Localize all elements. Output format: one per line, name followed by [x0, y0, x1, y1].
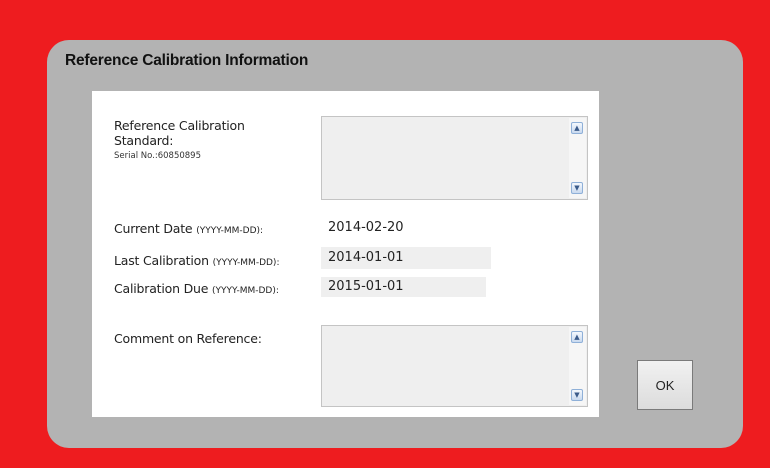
chevron-down-icon[interactable]: ▼ — [571, 182, 583, 194]
chevron-up-icon[interactable]: ▲ — [571, 331, 583, 343]
current-date-value: 2014-02-20 — [328, 220, 404, 235]
ok-button[interactable]: OK — [637, 360, 693, 410]
last-calibration-label-text: Last Calibration — [114, 253, 209, 268]
form-panel: Reference Calibration Standard: Serial N… — [92, 91, 599, 417]
current-date-format: (YYYY-MM-DD): — [196, 226, 264, 236]
comment-textarea[interactable]: ▲ ▼ — [321, 325, 588, 407]
chevron-down-icon[interactable]: ▼ — [571, 389, 583, 401]
dialog-title: Reference Calibration Information — [65, 52, 309, 69]
comment-label: Comment on Reference: — [114, 331, 262, 346]
last-calibration-format: (YYYY-MM-DD): — [212, 258, 280, 268]
reference-scrollbar[interactable]: ▲ ▼ — [569, 118, 586, 198]
last-calibration-label: Last Calibration (YYYY-MM-DD): — [114, 253, 279, 268]
comment-scrollbar[interactable]: ▲ ▼ — [569, 327, 586, 405]
serial-number: Serial No.:60850895 — [114, 151, 201, 161]
calibration-due-label: Calibration Due (YYYY-MM-DD): — [114, 281, 279, 296]
reference-standard-textarea[interactable]: ▲ ▼ — [321, 116, 588, 200]
chevron-up-icon[interactable]: ▲ — [571, 122, 583, 134]
last-calibration-field[interactable]: 2014-01-01 — [321, 247, 491, 269]
reference-standard-label-line1: Reference Calibration — [114, 118, 245, 133]
reference-standard-label-line2: Standard: — [114, 133, 174, 148]
calibration-due-label-text: Calibration Due — [114, 281, 209, 296]
current-date-label-text: Current Date — [114, 221, 193, 236]
calibration-due-field[interactable]: 2015-01-01 — [321, 277, 486, 297]
calibration-due-format: (YYYY-MM-DD): — [212, 286, 279, 296]
current-date-label: Current Date (YYYY-MM-DD): — [114, 221, 263, 236]
calibration-dialog: Reference Calibration Information Refere… — [47, 40, 743, 448]
